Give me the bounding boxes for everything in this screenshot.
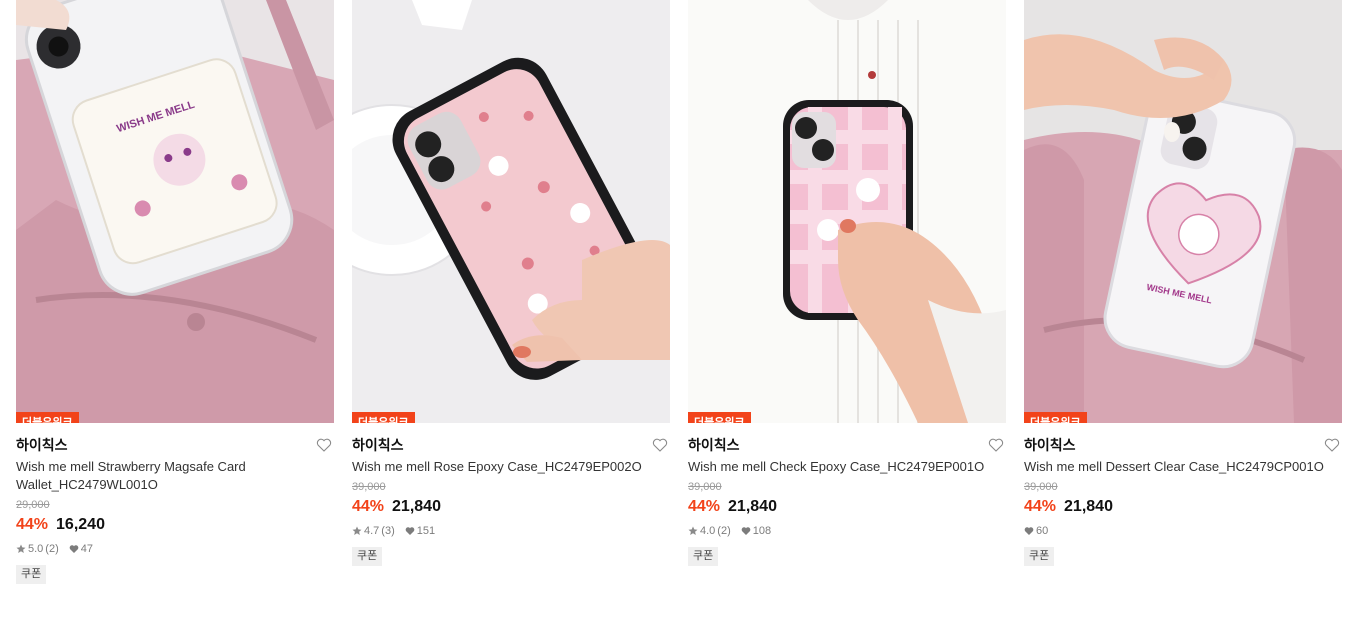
- original-price: 39,000: [1024, 481, 1058, 493]
- sale-price: 21,840: [1064, 498, 1113, 515]
- promo-badge: 더블유위크: [16, 412, 79, 423]
- heart-icon: [69, 545, 79, 553]
- product-name[interactable]: Wish me mell Dessert Clear Case_HC2479CP…: [1024, 458, 1324, 476]
- original-price: 29,000: [16, 499, 50, 511]
- product-image[interactable]: 더블유위크: [352, 0, 670, 423]
- product-name[interactable]: Wish me mell Rose Epoxy Case_HC2479EP002…: [352, 458, 652, 476]
- heart-outline-icon[interactable]: [1324, 437, 1340, 453]
- product-meta: 4.7 (3) 151: [352, 524, 670, 538]
- brand-name[interactable]: 하이칙스: [1024, 437, 1076, 453]
- review-count: (2): [717, 525, 731, 537]
- product-name[interactable]: Wish me mell Check Epoxy Case_HC2479EP00…: [688, 458, 988, 476]
- like-count: 60: [1036, 525, 1049, 537]
- product-meta: 5.0 (2) 47: [16, 542, 334, 556]
- coupon-tag[interactable]: 쿠폰: [352, 547, 383, 566]
- coupon-tag[interactable]: 쿠폰: [688, 547, 719, 566]
- phone-case-photo-icon: [352, 0, 670, 423]
- original-price: 39,000: [352, 481, 386, 493]
- product-card[interactable]: WISH ME MELL 더블유위크 하이칙스 Wish me mell Des…: [1024, 0, 1342, 566]
- like-count: 108: [752, 525, 772, 537]
- product-meta: 60: [1024, 524, 1342, 538]
- phone-case-photo-icon: WISH ME MELL: [1024, 0, 1342, 423]
- brand-name[interactable]: 하이칙스: [688, 437, 740, 453]
- review-count: (2): [45, 543, 59, 555]
- product-meta: 4.0 (2) 108: [688, 524, 1006, 538]
- product-card[interactable]: 더블유위크 하이칙스 Wish me mell Check Epoxy Case…: [688, 0, 1006, 566]
- phone-wallet-photo-icon: WISH ME MELL: [16, 0, 334, 423]
- sale-price: 21,840: [392, 498, 441, 515]
- rating-value: 4.0: [700, 525, 716, 537]
- star-icon: [16, 544, 26, 553]
- heart-icon: [741, 527, 751, 535]
- rating-value: 4.7: [364, 525, 380, 537]
- product-card[interactable]: 더블유위크 하이칙스 Wish me mell Rose Epoxy Case_…: [352, 0, 670, 566]
- product-name[interactable]: Wish me mell Strawberry Magsafe Card Wal…: [16, 458, 316, 494]
- promo-badge: 더블유위크: [688, 412, 751, 423]
- heart-outline-icon[interactable]: [652, 437, 668, 453]
- like-count: 47: [80, 543, 93, 555]
- coupon-tag[interactable]: 쿠폰: [1024, 547, 1055, 566]
- discount-rate: 44%: [688, 498, 721, 515]
- like-count: 151: [416, 525, 436, 537]
- sale-price: 21,840: [728, 498, 777, 515]
- star-icon: [688, 526, 698, 535]
- heart-icon: [405, 527, 415, 535]
- heart-outline-icon[interactable]: [316, 437, 332, 453]
- heart-icon: [1024, 527, 1034, 535]
- discount-rate: 44%: [1024, 498, 1057, 515]
- coupon-tag[interactable]: 쿠폰: [16, 565, 47, 584]
- promo-badge: 더블유위크: [1024, 412, 1087, 423]
- product-grid: WISH ME MELL 더블유위크 하이칙스 Wish me mell Str…: [0, 0, 1346, 618]
- phone-case-photo-icon: [688, 0, 1006, 423]
- brand-name[interactable]: 하이칙스: [352, 437, 404, 453]
- product-image[interactable]: WISH ME MELL 더블유위크: [16, 0, 334, 423]
- product-image[interactable]: WISH ME MELL 더블유위크: [1024, 0, 1342, 423]
- sale-price: 16,240: [56, 516, 105, 533]
- star-icon: [352, 526, 362, 535]
- discount-rate: 44%: [352, 498, 385, 515]
- brand-name[interactable]: 하이칙스: [16, 437, 68, 453]
- original-price: 39,000: [688, 481, 722, 493]
- product-card[interactable]: WISH ME MELL 더블유위크 하이칙스 Wish me mell Str…: [16, 0, 334, 584]
- review-count: (3): [381, 525, 395, 537]
- rating-value: 5.0: [28, 543, 44, 555]
- discount-rate: 44%: [16, 516, 49, 533]
- product-image[interactable]: 더블유위크: [688, 0, 1006, 423]
- promo-badge: 더블유위크: [352, 412, 415, 423]
- heart-outline-icon[interactable]: [988, 437, 1004, 453]
